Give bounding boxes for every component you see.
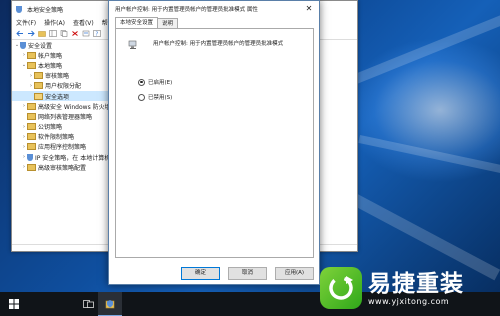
app-icon (16, 5, 22, 13)
option-enabled[interactable]: 已启用(E) (138, 78, 172, 86)
folder-icon (34, 72, 43, 80)
tree-item-label: 公钥策略 (38, 124, 63, 132)
tree-item-label: 高级安全 Windows 防火墙 (38, 103, 111, 111)
folder-icon (27, 143, 36, 151)
show-tree-icon[interactable] (49, 30, 57, 37)
tree-item[interactable]: › 软件限制策略 (12, 132, 112, 142)
dialog-titlebar[interactable]: 用户帐户控制: 用于内置管理员帐户的管理员批准模式 属性 (109, 1, 319, 16)
up-folder-icon[interactable] (38, 30, 46, 37)
policy-tree[interactable]: ⌄ 安全设置 › 帐户策略 ⌄ 本地策略 › 审核策略 › 用户权限分配安全选项 › 高级安全 Win… (12, 40, 112, 251)
tree-item[interactable]: › IP 安全策略，在 本地计算机 (12, 152, 112, 162)
menu-file[interactable]: 文件(F) (16, 18, 36, 27)
folder-icon (27, 102, 36, 110)
policy-name: 用户帐户控制: 用于内置管理员帐户的管理员批准模式 (153, 41, 284, 47)
folder-icon (34, 92, 43, 100)
tree-item-label: 帐户策略 (38, 52, 63, 60)
folder-icon (27, 51, 36, 59)
folder-icon (27, 61, 36, 69)
tree-item-label: 软件限制策略 (38, 134, 75, 142)
tree-item[interactable]: 网络列表管理器策略 (12, 111, 112, 121)
apply-button[interactable]: 应用(A) (275, 267, 314, 280)
tree-item[interactable]: › 公钥策略 (12, 122, 112, 132)
windows-logo-icon (9, 299, 19, 309)
taskbar-app-security-policy[interactable] (98, 292, 122, 316)
menu-action[interactable]: 操作(A) (44, 18, 65, 27)
dialog-title: 用户帐户控制: 用于内置管理员帐户的管理员批准模式 属性 (115, 6, 258, 13)
shield-icon (27, 153, 33, 161)
tree-item[interactable]: › 高级安全 Windows 防火墙 (12, 101, 112, 111)
tree-item[interactable]: › 审核策略 (12, 71, 112, 81)
light-beam (358, 135, 500, 177)
brand-name: 易捷重装 (368, 270, 464, 297)
option-disabled[interactable]: 已禁用(S) (138, 93, 172, 101)
tree-item[interactable]: 安全选项 (12, 90, 112, 102)
tree-item-label: 审核策略 (45, 73, 70, 81)
folder-icon (27, 123, 36, 131)
radio-enabled[interactable] (138, 78, 145, 86)
shield-icon (20, 41, 26, 49)
tree-item-label: 本地策略 (38, 62, 63, 70)
option-disabled-label: 已禁用(S) (148, 95, 173, 101)
close-button[interactable]: ✕ (299, 1, 319, 16)
folder-icon (27, 163, 36, 171)
copy-icon[interactable] (60, 30, 68, 37)
start-button[interactable] (2, 292, 26, 316)
delete-icon[interactable] (71, 30, 79, 37)
folder-icon (27, 112, 36, 120)
export-icon[interactable] (82, 30, 90, 37)
svg-text:?: ? (96, 32, 99, 38)
tree-item[interactable]: ⌄ 本地策略 (12, 60, 112, 70)
window-title: 本地安全策略 (27, 6, 64, 14)
tab-panel: 用户帐户控制: 用于内置管理员帐户的管理员批准模式 已启用(E) 已禁用(S) (115, 28, 314, 258)
brand-text: 易捷重装 www.yjxitong.com (368, 271, 464, 306)
option-enabled-label: 已启用(E) (148, 80, 173, 86)
tree-item-label: 网络列表管理器策略 (38, 113, 93, 121)
tab-local-security-setting[interactable]: 本地安全设置 (115, 17, 159, 28)
tree-item-label: 安全设置 (28, 42, 53, 50)
close-icon: ✕ (305, 4, 313, 13)
forward-arrow-icon[interactable] (27, 30, 35, 37)
folder-icon (27, 133, 36, 141)
tree-item[interactable]: ⌄ 安全设置 (12, 40, 112, 50)
radio-disabled[interactable] (138, 93, 145, 101)
security-policy-app-icon (105, 299, 115, 308)
tree-item-label: IP 安全策略，在 本地计算机 (35, 154, 111, 162)
tree-item[interactable]: › 用户权限分配 (12, 81, 112, 91)
refresh-logo-icon (320, 267, 362, 309)
task-view-button[interactable] (76, 292, 100, 316)
tree-item-label: 用户权限分配 (45, 83, 82, 91)
brand-watermark: 易捷重装 www.yjxitong.com (318, 260, 500, 316)
light-beam (340, 12, 500, 90)
dialog-buttons: 确定 取消 应用(A) (181, 267, 314, 280)
tree-item-label: 高级审核策略配置 (38, 164, 87, 172)
brand-url: www.yjxitong.com (368, 296, 450, 306)
folder-icon (34, 82, 43, 90)
cancel-button[interactable]: 取消 (228, 267, 267, 280)
policy-properties-dialog[interactable]: 用户帐户控制: 用于内置管理员帐户的管理员批准模式 属性 ✕ 本地安全设置 说明… (108, 0, 320, 285)
tree-item[interactable]: › 帐户策略 (12, 50, 112, 60)
policy-computer-icon (128, 40, 137, 49)
tree-item-label: 安全选项 (45, 93, 70, 101)
menu-view[interactable]: 查看(V) (73, 18, 94, 27)
tree-item[interactable]: › 应用程序控制策略 (12, 142, 112, 152)
help-icon[interactable]: ? (93, 30, 101, 37)
tree-item[interactable]: › 高级审核策略配置 (12, 162, 112, 172)
tab-explain[interactable]: 说明 (158, 18, 179, 28)
tab-strip: 本地安全设置 说明 (115, 17, 179, 28)
tree-item-label: 应用程序控制策略 (38, 144, 87, 152)
back-arrow-icon[interactable] (16, 30, 24, 37)
task-view-icon (82, 300, 94, 308)
ok-button[interactable]: 确定 (181, 267, 220, 280)
